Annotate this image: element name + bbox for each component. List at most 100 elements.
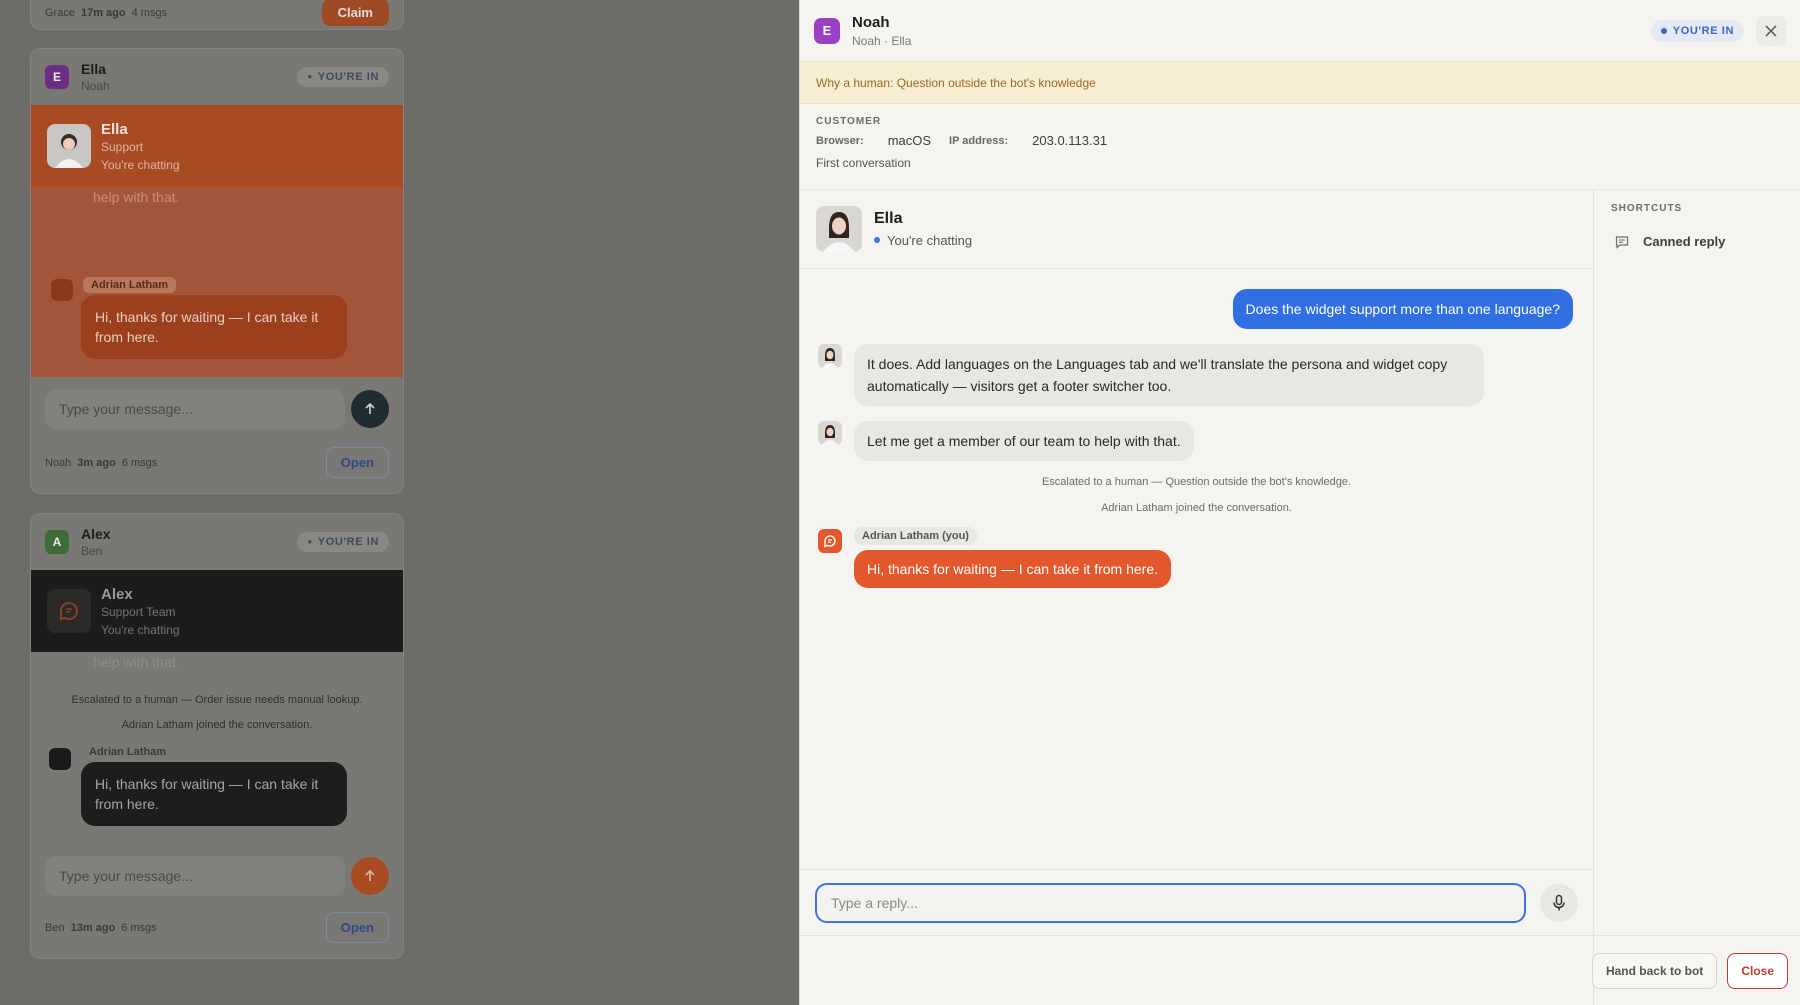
- ip-label: IP address:: [949, 134, 1009, 147]
- customer-heading: CUSTOMER: [816, 116, 882, 127]
- bot-avatar: [818, 344, 842, 368]
- footer-name: Ben: [45, 921, 65, 934]
- hand-back-to-bot-button[interactable]: Hand back to bot: [1591, 952, 1718, 989]
- shortcuts-sidebar: SHORTCUTS Canned reply: [1595, 189, 1800, 935]
- panel-actions: Hand back to bot Close: [800, 935, 1800, 1005]
- persona-name: Ella: [101, 120, 128, 138]
- persona-photo: [47, 589, 91, 633]
- card-title: Ella: [81, 61, 106, 77]
- shortcuts-heading: SHORTCUTS: [1611, 203, 1683, 214]
- message-input[interactable]: Type your message...: [45, 389, 345, 429]
- customer-note: First conversation: [816, 156, 911, 170]
- panel-title: Noah: [852, 13, 890, 31]
- canned-reply-shortcut[interactable]: Canned reply: [1611, 234, 1784, 249]
- arrow-up-icon: [365, 402, 375, 414]
- agent-avatar: [818, 529, 842, 553]
- claim-button[interactable]: Claim: [321, 0, 389, 26]
- agent-tag: Adrian Latham: [83, 277, 177, 293]
- footer-msgs: 6 msgs: [121, 921, 157, 934]
- close-conversation-button[interactable]: Close: [1727, 952, 1788, 989]
- card-header: E Ella Noah YOU'RE IN: [31, 49, 403, 105]
- arrow-up-icon: [365, 869, 375, 881]
- persona-role: Support Team: [101, 604, 176, 619]
- bot-message: It does. Add languages on the Languages …: [854, 344, 1484, 406]
- bot-message: Let me get a member of our team to help …: [854, 421, 1194, 461]
- send-button[interactable]: [351, 857, 389, 895]
- agent-message: Hi, thanks for waiting — I can take it f…: [81, 295, 347, 359]
- card-footer: Ben 13m ago 6 msgs Open: [45, 912, 389, 943]
- customer-details-row: Browser: macOS IP address: 203.0.113.31: [816, 133, 1784, 148]
- status-dot-icon: [1660, 27, 1667, 34]
- footer-agent: Grace: [45, 6, 75, 19]
- footer-time: 17m ago: [80, 6, 126, 19]
- agent-tag: Adrian Latham: [89, 746, 167, 758]
- footer-name: Noah: [45, 456, 72, 469]
- persona-header: Alex Support Team You're chatting: [31, 570, 403, 652]
- faded-message: help with that.: [93, 189, 180, 205]
- send-button[interactable]: [351, 390, 389, 428]
- agent-message: Hi, thanks for waiting — I can take it f…: [81, 762, 347, 826]
- footer-msgs: 6 msgs: [121, 456, 158, 469]
- card-subtitle: Ben: [81, 544, 103, 558]
- footer-time: 13m ago: [70, 921, 116, 934]
- composer: Type your message... Noah 3m ago 6 msgs …: [31, 377, 403, 493]
- card-footer: Grace 17m ago 4 msgs Claim: [45, 0, 389, 26]
- persona-name: Ella: [874, 209, 903, 227]
- composer: Type your message... Ben 13m ago 6 msgs …: [31, 842, 403, 958]
- agent-avatar: [51, 279, 73, 301]
- system-message: Escalated to a human — Order issue needs…: [71, 694, 363, 706]
- conversation-detail-panel: E Noah Noah · Ella YOU'RE IN Why a human…: [799, 0, 1800, 1005]
- background-overlay: Grace 17m ago 4 msgs Claim E Ella Noah Y…: [0, 0, 800, 1005]
- persona-photo: [47, 124, 91, 168]
- user-message: Does the widget support more than one la…: [1232, 289, 1573, 329]
- conversation-card-top: Grace 17m ago 4 msgs Claim: [30, 0, 404, 30]
- browser-label: Browser:: [816, 134, 864, 147]
- panel-subtitle: Noah · Ella: [852, 33, 912, 48]
- footer-time: 3m ago: [77, 456, 116, 469]
- status-badge-label: YOU'RE IN: [1672, 24, 1734, 37]
- card-subtitle: Noah: [81, 79, 110, 93]
- browser-value: macOS: [887, 133, 932, 148]
- conversation-card-alex[interactable]: A Alex Ben YOU'RE IN Alex Support Team Y…: [30, 513, 404, 959]
- avatar: A: [45, 530, 69, 554]
- chat-area: help with that. Escalated to a human — O…: [31, 652, 403, 842]
- card-title: Alex: [81, 526, 111, 542]
- persona-header: Ella Support You're chatting: [31, 105, 403, 187]
- message-input[interactable]: Type your message...: [45, 856, 345, 896]
- status-badge: YOU'RE IN: [1650, 19, 1744, 42]
- agent-avatar: [49, 748, 71, 770]
- open-button[interactable]: Open: [325, 912, 389, 943]
- status-badge: YOU'RE IN: [297, 67, 389, 87]
- chat-bubble-icon: [60, 602, 78, 621]
- persona-status: You're chatting: [101, 157, 180, 172]
- conversation-card-ella[interactable]: E Ella Noah YOU'RE IN Ella Support You'r…: [30, 48, 404, 494]
- agent-message: Hi, thanks for waiting — I can take it f…: [854, 550, 1172, 588]
- persona-status: You're chatting: [101, 622, 180, 637]
- persona-row: Ella You're chatting: [800, 189, 1593, 269]
- faded-message: help with that.: [93, 654, 180, 670]
- status-dot-icon: [874, 237, 880, 243]
- microphone-button[interactable]: [1540, 883, 1578, 922]
- open-button[interactable]: Open: [325, 447, 389, 478]
- escalation-banner: Why a human: Question outside the bot's …: [800, 62, 1800, 104]
- persona-role: Support: [101, 139, 144, 154]
- system-message: Adrian Latham joined the conversation.: [1101, 502, 1292, 514]
- persona-status-label: You're chatting: [887, 232, 973, 248]
- persona-status: You're chatting: [874, 233, 972, 248]
- message-square-icon: [1615, 235, 1629, 249]
- persona-photo: [816, 205, 862, 252]
- reply-input[interactable]: [815, 882, 1526, 923]
- close-panel-button[interactable]: [1756, 15, 1786, 46]
- avatar: E: [45, 65, 69, 89]
- chat-column: Ella You're chatting Does the widget sup…: [800, 189, 1594, 1005]
- card-header: A Alex Ben YOU'RE IN: [31, 514, 403, 570]
- bot-avatar: [818, 421, 842, 445]
- persona-name: Alex: [101, 585, 133, 603]
- reply-composer: [800, 869, 1593, 935]
- ip-value: 203.0.113.31: [1032, 133, 1108, 148]
- avatar: E: [814, 17, 840, 44]
- close-icon: [1765, 24, 1777, 37]
- panel-header: E Noah Noah · Ella YOU'RE IN: [800, 0, 1800, 62]
- footer-msgs: 4 msgs: [131, 6, 168, 19]
- status-badge: YOU'RE IN: [297, 532, 389, 552]
